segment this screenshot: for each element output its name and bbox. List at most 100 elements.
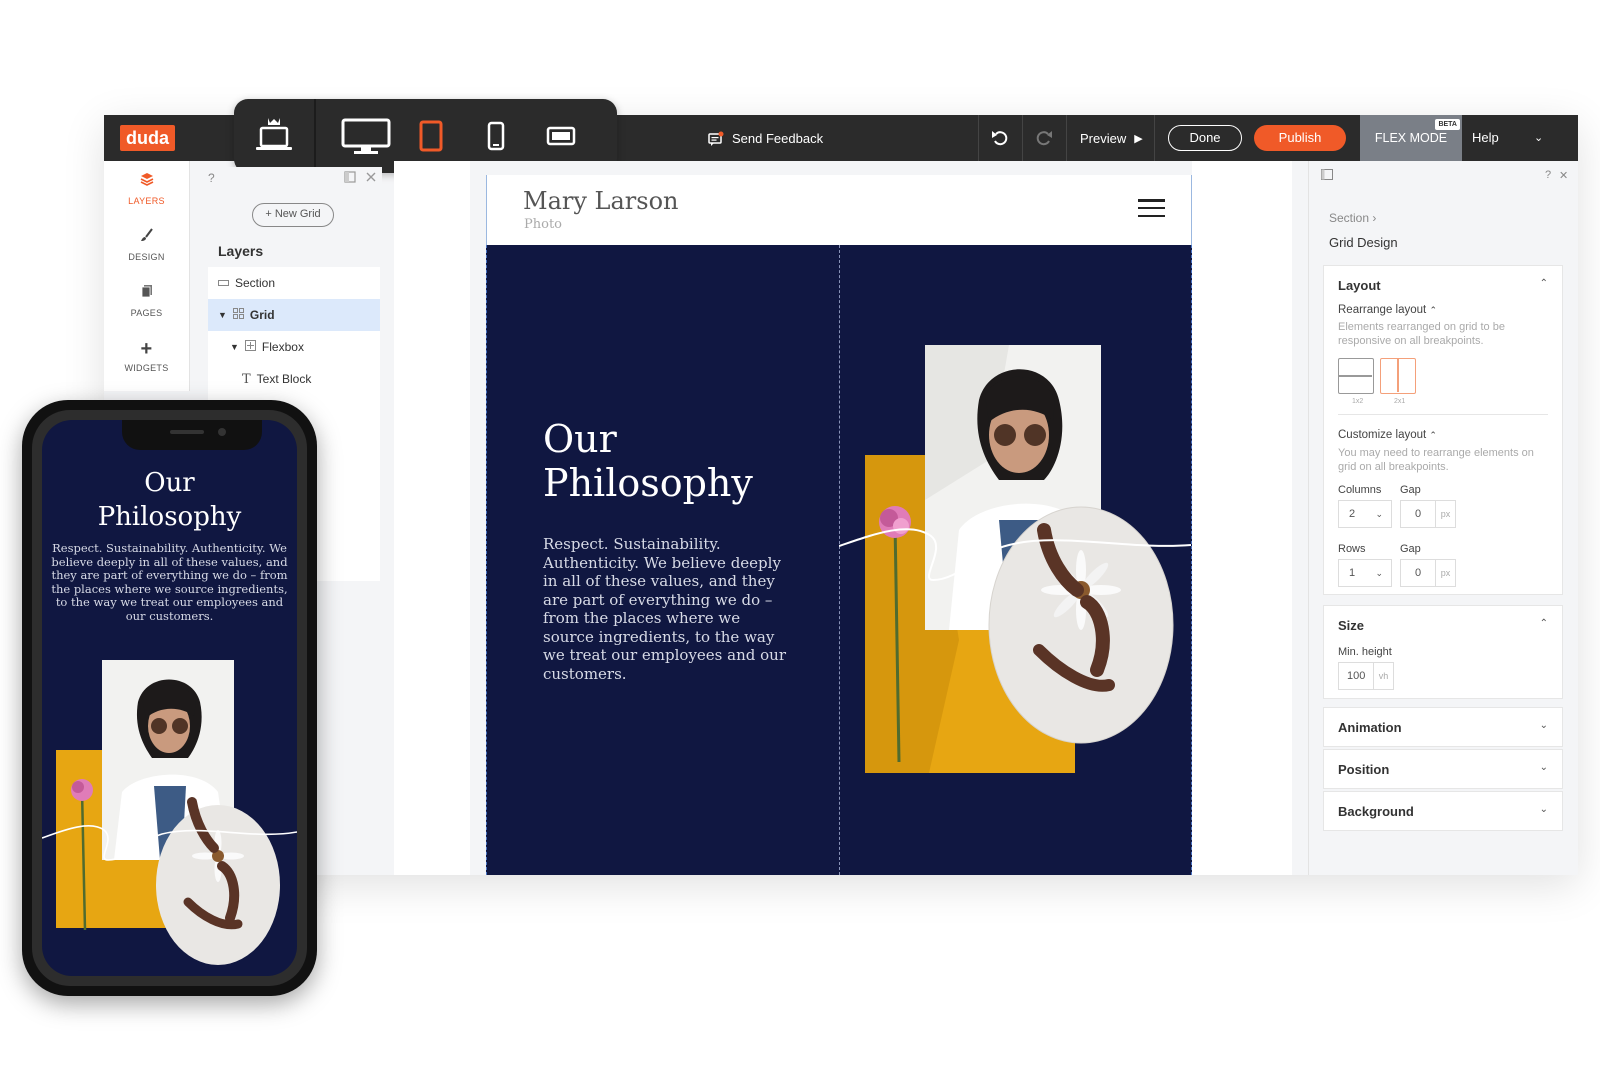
divider [1338,414,1548,415]
columns-select[interactable]: 2 ⌄ [1338,500,1392,528]
left-icon-rail: LAYERS DESIGN PAGES + WIDGETS [104,161,190,391]
background-heading[interactable]: Background [1338,804,1414,819]
help-icon[interactable]: ? [1545,169,1551,181]
breadcrumb[interactable]: Section › [1329,211,1376,225]
position-heading[interactable]: Position [1338,762,1389,777]
rows-value: 1 [1349,567,1356,579]
preview-button[interactable]: Preview ▶ [1080,115,1143,161]
close-icon[interactable] [366,171,376,185]
layout-option-2x1[interactable] [1380,358,1416,394]
caret-down-icon[interactable]: ▼ [230,342,239,352]
chevron-up-icon[interactable]: ⌃ [1540,618,1548,629]
chevron-right-icon: › [1372,211,1377,225]
rail-item-pages[interactable]: PAGES [104,273,189,329]
chevron-up-icon: ⌃ [1429,430,1437,440]
close-icon[interactable]: ✕ [1559,169,1568,182]
rail-item-widgets[interactable]: + WIDGETS [104,329,189,385]
layer-row-section[interactable]: Section [208,267,380,299]
unit-label: vh [1373,663,1393,689]
dock-panel-icon[interactable] [1321,169,1333,183]
column-gap-value: 0 [1415,508,1422,520]
min-height-input[interactable]: 100 vh [1338,662,1394,690]
duda-logo: duda [120,125,175,151]
unit-label: px [1435,501,1455,527]
chevron-down-icon[interactable]: ⌄ [1540,720,1548,731]
rearrange-layout-label[interactable]: Rearrange layout ⌃ [1338,304,1437,316]
rail-label: WIDGETS [124,363,169,373]
site-subtitle[interactable]: Photo [524,217,562,232]
columns-label: Columns [1338,484,1382,496]
philosophy-section[interactable]: Our Philosophy Respect. Sustainability. … [486,245,1192,875]
beta-badge: BETA [1435,119,1460,130]
rearrange-hint: Elements rearranged on grid to be respon… [1338,321,1505,347]
phone-section-title: Our Philosophy [42,466,297,534]
animation-card[interactable]: Animation ⌄ [1323,707,1563,747]
background-card[interactable]: Background ⌄ [1323,791,1563,831]
position-card[interactable]: Position ⌄ [1323,749,1563,789]
new-grid-button[interactable]: + New Grid [252,203,334,227]
customize-hint: You may need to rearrange elements on gr… [1338,447,1534,473]
phone-mockup: Our Philosophy Respect. Sustainability. … [22,400,317,996]
publish-button[interactable]: Publish [1254,125,1346,151]
customize-layout-label[interactable]: Customize layout ⌃ [1338,429,1437,441]
chevron-up-icon[interactable]: ⌃ [1540,278,1548,289]
layer-row-text-block[interactable]: T Text Block [208,363,380,395]
site-header[interactable]: Mary Larson Photo [486,175,1192,245]
photo-collage[interactable] [839,340,1191,780]
chevron-up-icon: ⌃ [1429,305,1437,315]
section-title[interactable]: Our Philosophy [543,417,803,505]
help-menu[interactable]: Help [1472,115,1499,161]
chevron-down-icon: ⌄ [1375,567,1383,578]
chevron-down-icon: ⌄ [1375,508,1383,519]
section-body[interactable]: Respect. Sustainability. Authenticity. W… [543,535,793,683]
layout-heading[interactable]: Layout [1338,278,1381,293]
rail-item-design[interactable]: DESIGN [104,217,189,273]
new-grid-label: New Grid [274,208,321,220]
chevron-down-icon[interactable]: ⌄ [1540,804,1548,815]
panel-title: Grid Design [1329,235,1398,250]
rail-item-layers[interactable]: LAYERS [104,161,189,217]
top-toolbar: duda Send Feedback Preview ▶ Done Publis… [104,99,1578,173]
send-feedback-button[interactable]: Send Feedback [708,115,823,161]
redo-icon[interactable] [1023,115,1065,161]
detach-panel-icon[interactable] [344,171,356,186]
layers-icon [140,172,154,190]
flexbox-icon [244,340,256,354]
phone-photo-collage [42,660,297,965]
hamburger-menu-icon[interactable] [1138,199,1165,217]
breadcrumb-item[interactable]: Section [1329,211,1369,225]
column-gap-input[interactable]: 0 px [1400,500,1456,528]
layout-option-caption: 2x1 [1394,398,1406,405]
layout-option-caption: 1x2 [1352,398,1364,405]
row-gap-value: 0 [1415,567,1422,579]
animation-heading[interactable]: Animation [1338,720,1402,735]
layer-label: Grid [249,308,275,322]
size-card: Size ⌃ Min. height 100 vh [1323,605,1563,699]
plus-icon: + [140,338,153,360]
chevron-down-icon[interactable]: ⌄ [1540,762,1548,773]
layers-panel-header: ? [204,167,382,187]
done-button[interactable]: Done [1168,125,1242,151]
layer-row-flexbox[interactable]: ▼ Flexbox [208,331,380,363]
caret-down-icon[interactable]: ▼ [218,310,227,320]
flex-mode-label: FLEX MODE [1374,131,1448,145]
site-name[interactable]: Mary Larson [523,187,678,215]
undo-icon[interactable] [979,115,1021,161]
layout-option-1x2[interactable] [1338,358,1374,394]
phone-title-text: Our Philosophy [97,468,242,532]
rail-label: LAYERS [128,196,165,206]
size-heading[interactable]: Size [1338,618,1364,633]
brush-icon [140,228,154,246]
help-icon[interactable]: ? [208,171,215,185]
unit-label: px [1435,560,1455,586]
chevron-down-icon[interactable]: ⌄ [1534,115,1543,161]
rows-select[interactable]: 1 ⌄ [1338,559,1392,587]
row-gap-input[interactable]: 0 px [1400,559,1456,587]
feedback-icon [708,131,724,146]
layer-label: Flexbox [261,340,304,354]
layer-row-grid[interactable]: ▼ Grid [208,299,380,331]
speaker-icon [170,430,204,434]
editor-window: duda Send Feedback Preview ▶ Done Publis… [104,99,1578,875]
laptop-crown-icon[interactable] [234,99,314,173]
flex-mode-toggle[interactable]: FLEX MODE BETA [1360,115,1462,161]
